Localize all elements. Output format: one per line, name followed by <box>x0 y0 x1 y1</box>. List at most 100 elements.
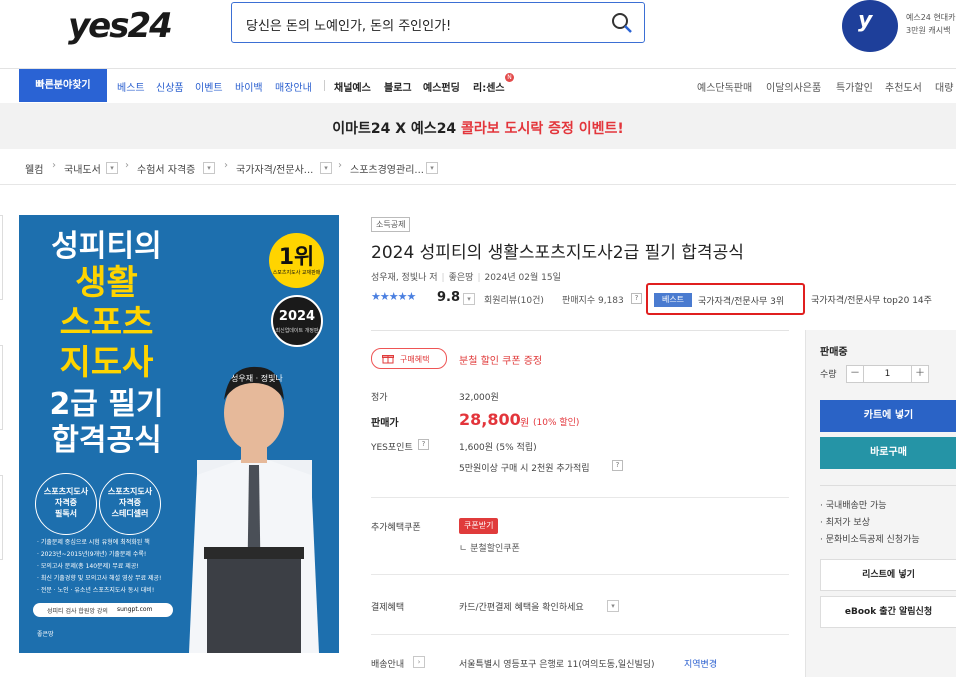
nav-recommend[interactable]: 추천도서 <box>885 79 922 94</box>
buy-now-button[interactable]: 바로구매 <box>820 437 956 469</box>
quick-category-button[interactable]: 빠른분야찾기 <box>19 69 107 102</box>
ebook-alert-button[interactable]: eBook 출간 알림신청 <box>820 596 956 628</box>
cover-authors: 성우재 · 정빛나 <box>231 374 283 383</box>
nav-funding[interactable]: 예스펀딩 <box>423 79 460 94</box>
banner-highlight[interactable]: 콜라보 도시락 증정 이벤트! <box>461 121 624 137</box>
cover-circle-must-read: 스포츠지도사 자격증 필독서 <box>35 473 97 535</box>
publish-date: 2024년 02월 15일 <box>484 273 561 283</box>
get-coupon-button[interactable]: 쿠폰받기 <box>459 518 499 534</box>
split-coupon: ㄴ 분철할인쿠폰 <box>459 544 520 554</box>
chevron-right-icon: › <box>224 160 228 171</box>
badge-sub: 스포츠지도사 교재판매 <box>272 270 321 276</box>
site-url: sungpt.com <box>117 606 153 613</box>
quantity-input[interactable]: 1 <box>864 365 911 383</box>
sale-status: 판매중 <box>820 347 848 358</box>
edition-year: 2024 <box>278 309 316 324</box>
book-title: 2024 성피티의 생활스포츠지도사2급 필기 합격공식 <box>371 243 744 263</box>
nav-event[interactable]: 이벤트 <box>195 79 223 94</box>
section-divider <box>371 634 789 635</box>
new-badge: N <box>505 73 514 82</box>
badge-rank: 1위 <box>278 245 315 270</box>
breadcrumb-sports[interactable]: 스포츠경영관리... <box>350 161 424 176</box>
help-icon[interactable]: ? <box>418 439 429 450</box>
cover-title-line: 지도사 <box>59 343 154 383</box>
nav-gift[interactable]: 이달의사은품 <box>766 79 821 94</box>
nav-buyback[interactable]: 바이백 <box>235 79 263 94</box>
book-cover-image[interactable]: 성피티의 생활 스포츠 지도사 2급 필기 합격공식 1위 스포츠지도사 교재판… <box>19 215 339 653</box>
bestseller-badge: 1위 스포츠지도사 교재판매 <box>269 233 324 288</box>
breadcrumb-dropdown[interactable]: ▾ <box>203 162 215 174</box>
nav-best[interactable]: 베스트 <box>117 79 145 94</box>
bestseller-rank-box[interactable]: 베스트 국가자격/전문사무 3위 <box>646 283 805 315</box>
breadcrumb-home[interactable]: 웰컴 <box>25 161 43 176</box>
best-rank[interactable]: 국가자격/전문사무 3위 <box>698 294 784 307</box>
cover-bullet: · 최신 기출경향 및 모의고사 해설 영상 무료 제공! <box>37 575 162 582</box>
chevron-right-icon: › <box>52 160 56 171</box>
purchase-panel: 판매중 수량 － 1 ＋ 카트에 넣기 바로구매 · 국내배송만 가능 · 최저… <box>805 330 956 677</box>
rating-score: 9.8 <box>437 290 461 305</box>
event-banner[interactable]: 이마트24 X 예스24 콜라보 도시락 증정 이벤트! <box>0 103 956 149</box>
promo-badge-letter: y <box>858 8 873 33</box>
sale-price-unit: 원 <box>520 418 530 429</box>
region-change-link[interactable]: 지역변경 <box>684 657 717 670</box>
banner-text[interactable]: 이마트24 X 예스24 콜라보 도시락 증정 이벤트! <box>0 118 956 138</box>
breadcrumb-domestic[interactable]: 국내도서 <box>64 161 101 176</box>
coupon-event-text[interactable]: 분철 할인 쿠폰 증정 <box>459 352 542 367</box>
cover-bullet: · 2023년~2015년(9개년) 기출문제 수록! <box>37 551 147 558</box>
breadcrumb-exam[interactable]: 수험서 자격증 <box>137 161 195 176</box>
payment-benefit[interactable]: 카드/간편결제 혜택을 확인하세요 <box>459 600 584 613</box>
nav-channel-yes[interactable]: 채널예스 <box>334 79 371 94</box>
nav-exclusive[interactable]: 예스단독판매 <box>697 79 752 94</box>
payment-dropdown[interactable]: ▾ <box>607 600 619 612</box>
feature-culture-deduction[interactable]: · 문화비소득공제 신청가능 <box>820 532 920 545</box>
nav-new[interactable]: 신상품 <box>156 79 184 94</box>
publisher-link[interactable]: 좋은땅 <box>449 273 474 283</box>
nav-special[interactable]: 특가할인 <box>836 79 873 94</box>
help-icon[interactable]: ? <box>612 460 623 471</box>
info-divider <box>371 330 789 331</box>
author-photo <box>189 366 319 653</box>
search-input[interactable]: 당신은 돈의 노예인가, 돈의 주인인가! <box>231 2 645 43</box>
promo-text-line2[interactable]: 3만원 캐시백 <box>906 25 950 36</box>
shipping-address: 서울특별시 영등포구 은행로 11(여의도동,일신빌딩) <box>459 660 655 670</box>
search-icon[interactable] <box>610 11 634 35</box>
thumbnail-tab[interactable] <box>0 475 3 560</box>
feature-domestic: · 국내배송만 가능 <box>820 501 887 511</box>
thumbnail-tab[interactable] <box>0 215 3 300</box>
banner-prefix[interactable]: 이마트24 X 예스24 <box>332 121 461 137</box>
breadcrumb-dropdown[interactable]: ▾ <box>106 162 118 174</box>
shipping-dropdown[interactable]: › <box>413 656 425 668</box>
yes24-logo[interactable]: yes24 <box>68 6 173 46</box>
rating-dropdown[interactable]: ▾ <box>463 293 475 305</box>
review-link[interactable]: 회원리뷰(10건) <box>484 293 544 306</box>
card-promo-badge[interactable]: y <box>842 0 898 52</box>
nav-bulk[interactable]: 대량 <box>935 79 953 94</box>
author-link[interactable]: 성우재, 정빛나 저 <box>371 273 438 283</box>
thumbnail-tab[interactable] <box>0 345 3 430</box>
shipping-label: 배송안내 <box>371 660 405 670</box>
add-to-list-button[interactable]: 리스트에 넣기 <box>820 559 956 591</box>
add-to-cart-button[interactable]: 카트에 넣기 <box>820 400 956 432</box>
site-label: 성피티 검사 합원앙 강의 <box>47 608 108 615</box>
section-divider <box>371 574 789 575</box>
quantity-decrease-button[interactable]: － <box>846 365 864 383</box>
nav-store[interactable]: 매장안내 <box>275 79 312 94</box>
help-icon[interactable]: ? <box>631 293 642 304</box>
yes-points: 1,600원 (5% 적립) <box>459 443 537 453</box>
gift-icon <box>382 355 394 364</box>
purchase-benefit-button[interactable]: 구매혜택 <box>371 348 447 369</box>
promo-text-line1[interactable]: 예스24 현대카 <box>906 12 956 23</box>
best-tag: 베스트 <box>654 293 692 307</box>
sales-index: 판매지수 9,183 <box>562 296 624 306</box>
breadcrumb-dropdown[interactable]: ▾ <box>426 162 438 174</box>
cover-publisher: 좋은땅 <box>37 631 54 638</box>
feature-lowest-price[interactable]: · 최저가 보상 <box>820 515 870 528</box>
star-rating-icon: ★★★★★ <box>371 290 416 303</box>
breadcrumb-dropdown[interactable]: ▾ <box>320 162 332 174</box>
quantity-increase-button[interactable]: ＋ <box>911 365 929 383</box>
top20-weeks[interactable]: 국가자격/전문사무 top20 14주 <box>811 293 932 306</box>
search-query[interactable]: 당신은 돈의 노예인가, 돈의 주인인가! <box>246 15 451 34</box>
nav-license[interactable]: 리:센스 <box>473 79 505 94</box>
nav-blog[interactable]: 블로그 <box>384 79 412 94</box>
breadcrumb-national[interactable]: 국가자격/전문사... <box>236 161 313 176</box>
